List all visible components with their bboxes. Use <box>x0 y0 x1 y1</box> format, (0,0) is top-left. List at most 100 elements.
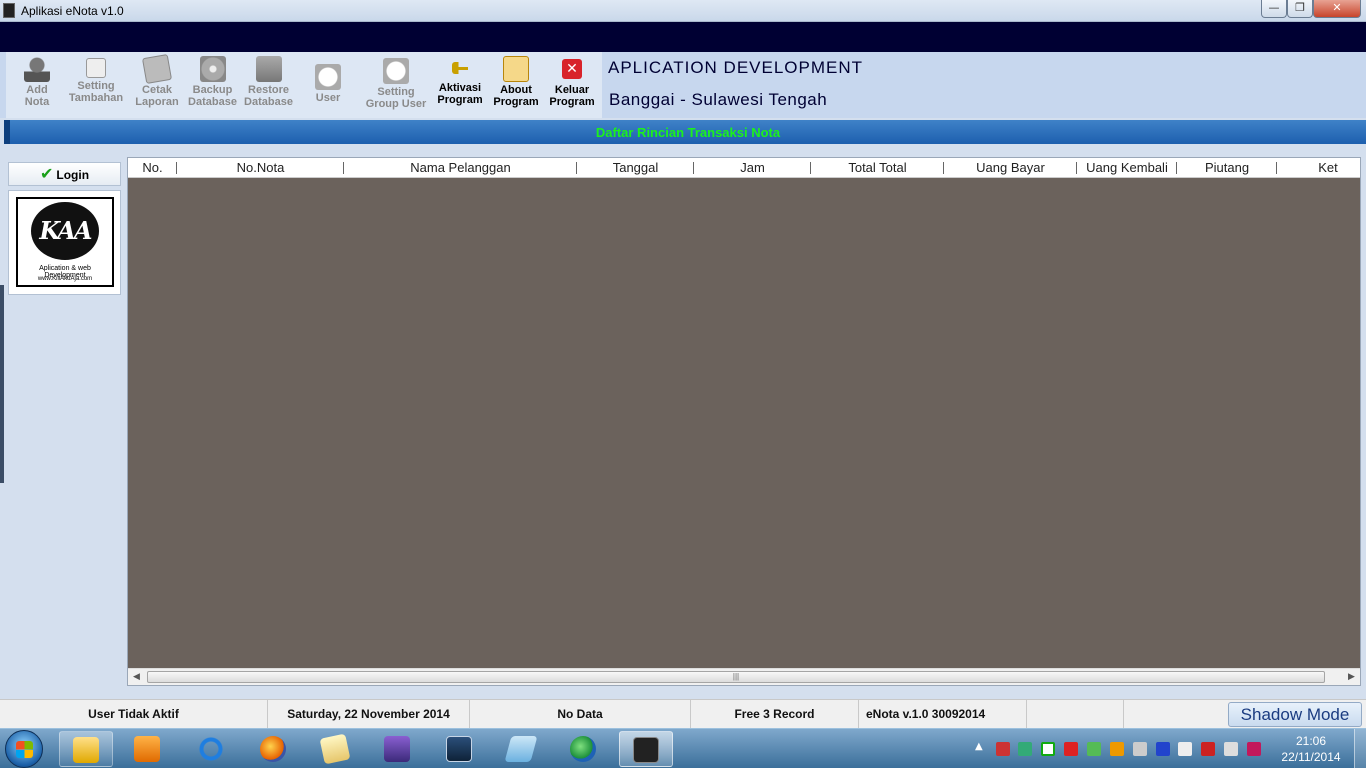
taskbar-media-player[interactable] <box>121 731 175 767</box>
tray-icon-6[interactable] <box>1110 742 1124 756</box>
add-user-icon <box>24 56 50 82</box>
scroll-right-icon[interactable]: ▶ <box>1343 669 1360 685</box>
file-explorer-icon <box>73 737 99 763</box>
org-title: APLICATION DEVELOPMENT <box>608 58 864 77</box>
horizontal-scrollbar[interactable]: ◀ ||| ▶ <box>128 668 1360 685</box>
keluar-program-label: Keluar Program <box>549 84 595 108</box>
user-button[interactable]: User <box>306 54 350 116</box>
disc-icon <box>199 56 226 82</box>
tray-icon-3[interactable] <box>1041 742 1055 756</box>
taskbar-firefox[interactable] <box>247 731 301 767</box>
logo-mark: KAA <box>31 202 99 260</box>
login-button[interactable]: ✔ Login <box>8 162 121 186</box>
taskbar-window-app[interactable] <box>433 731 487 767</box>
grid-caption: Daftar Rincian Transaksi Nota <box>595 125 781 140</box>
clock-date[interactable]: 22/11/2014 <box>1278 750 1344 764</box>
cetak-laporan-button[interactable]: Cetak Laporan <box>133 53 181 116</box>
column-header-jam[interactable]: Jam <box>694 158 811 178</box>
tray-icon-9[interactable] <box>1178 742 1192 756</box>
window-app-icon <box>446 736 472 762</box>
scroll-left-icon[interactable]: ◀ <box>128 669 145 685</box>
app-icon <box>3 3 15 18</box>
network-icon[interactable] <box>1201 742 1215 756</box>
transaction-grid[interactable]: No. No.Nota Nama Pelanggan Tanggal Jam T… <box>127 157 1361 686</box>
tray-icon-1[interactable] <box>996 742 1010 756</box>
tray-icon-2[interactable] <box>1018 742 1032 756</box>
keluar-program-button[interactable]: ✕ Keluar Program <box>546 54 598 116</box>
setting-sheet-icon <box>86 58 106 78</box>
column-header-no[interactable]: No. <box>128 158 177 178</box>
scroll-thumb[interactable]: ||| <box>147 671 1325 683</box>
status-empty-panel <box>1027 700 1124 728</box>
show-hidden-icons-button[interactable]: ▲ <box>975 741 983 752</box>
column-header-nama-pelanggan[interactable]: Nama Pelanggan <box>344 158 577 178</box>
tray-icon-7[interactable] <box>1133 742 1147 756</box>
status-record: Free 3 Record <box>691 700 859 728</box>
taskbar-file-explorer[interactable] <box>59 731 113 767</box>
shield-icon[interactable] <box>1064 742 1078 756</box>
plus-circle-icon <box>315 64 341 90</box>
shadow-mode-button[interactable]: Shadow Mode <box>1228 702 1362 727</box>
pad-app-icon <box>504 736 538 762</box>
taskbar: ▲ 21:06 22/11/2014 <box>0 728 1366 768</box>
column-header-no-nota[interactable]: No.Nota <box>177 158 344 178</box>
tray-icon-12[interactable] <box>1247 742 1261 756</box>
taskbar-enota-app[interactable] <box>619 731 673 767</box>
column-header-uang-kembali[interactable]: Uang Kembali <box>1077 158 1177 178</box>
status-date: Saturday, 22 November 2014 <box>268 700 470 728</box>
screen-app-icon <box>384 736 410 762</box>
restore-database-button[interactable]: Restore Database <box>240 54 297 116</box>
column-header-tanggal[interactable]: Tanggal <box>577 158 694 178</box>
firefox-icon <box>260 736 286 762</box>
setting-group-user-button[interactable]: Setting Group User <box>362 54 430 116</box>
windows-logo-icon <box>16 741 33 758</box>
about-icon <box>503 56 529 82</box>
clock-time[interactable]: 21:06 <box>1283 734 1339 748</box>
add-nota-button[interactable]: Add Nota <box>14 54 60 116</box>
status-version: eNota v.1.0 30092014 <box>859 700 1027 728</box>
show-desktop-button[interactable] <box>1354 729 1366 768</box>
setting-group-user-label: Setting Group User <box>365 86 427 110</box>
plus-circle-icon <box>383 58 409 84</box>
logo-panel: KAA Aplication & web Development www.Kil… <box>8 190 121 295</box>
key-icon <box>452 62 468 74</box>
close-button[interactable]: ✕ <box>1313 0 1361 18</box>
left-edge-bar <box>0 285 4 483</box>
bluetooth-icon[interactable] <box>1156 742 1170 756</box>
taskbar-globe-app[interactable] <box>557 731 611 767</box>
status-bar: User Tidak Aktif Saturday, 22 November 2… <box>0 699 1366 728</box>
taskbar-screen-app[interactable] <box>371 731 425 767</box>
aktivasi-program-button[interactable]: Aktivasi Program <box>434 54 486 116</box>
minimize-button[interactable]: — <box>1261 0 1287 18</box>
window-title: Aplikasi eNota v1.0 <box>21 4 124 18</box>
backup-database-button[interactable]: Backup Database <box>184 54 241 116</box>
maximize-button[interactable]: ❐ <box>1287 0 1313 18</box>
logo-mark-text: KAA <box>39 216 92 245</box>
window-title-bar: Aplikasi eNota v1.0 — ❐ ✕ <box>0 0 1366 22</box>
taskbar-internet-explorer[interactable] <box>185 731 239 767</box>
company-logo: KAA Aplication & web Development www.Kil… <box>16 197 114 287</box>
column-header-uang-bayar[interactable]: Uang Bayar <box>944 158 1077 178</box>
volume-icon[interactable] <box>1224 742 1238 756</box>
tray-icon-5[interactable] <box>1087 742 1101 756</box>
aktivasi-program-label: Aktivasi Program <box>437 82 483 106</box>
user-label: User <box>315 92 341 104</box>
internet-explorer-icon <box>198 736 224 762</box>
column-header-total[interactable]: Total Total <box>811 158 944 178</box>
restore-database-label: Restore Database <box>244 84 293 108</box>
column-header-piutang[interactable]: Piutang <box>1177 158 1277 178</box>
print-report-icon <box>141 53 173 85</box>
status-data: No Data <box>470 700 691 728</box>
check-icon: ✔ <box>39 164 54 183</box>
backup-database-label: Backup Database <box>188 84 237 108</box>
taskbar-notepad[interactable] <box>309 731 363 767</box>
about-program-button[interactable]: About Program <box>490 54 542 116</box>
toolbar: Add Nota Setting Tambahan Cetak Laporan … <box>0 52 1366 118</box>
enota-app-icon <box>633 737 659 763</box>
column-header-ket[interactable]: Ket <box>1277 158 1366 178</box>
setting-tambahan-button[interactable]: Setting Tambahan <box>64 54 128 116</box>
start-button[interactable] <box>5 730 43 768</box>
org-location: Banggai - Sulawesi Tengah <box>609 90 828 109</box>
grid-header: No. No.Nota Nama Pelanggan Tanggal Jam T… <box>128 158 1360 178</box>
taskbar-pad-app[interactable] <box>495 731 549 767</box>
